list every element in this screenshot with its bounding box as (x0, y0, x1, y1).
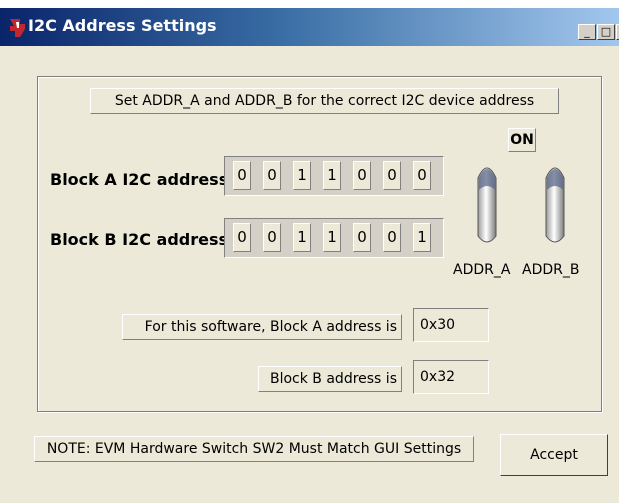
block-a-bit[interactable]: 0 (263, 161, 281, 190)
addr-b-toggle-switch[interactable] (544, 160, 566, 246)
accept-button[interactable]: Accept (500, 434, 608, 476)
addr-a-label: ADDR_A (453, 262, 511, 278)
block-b-bit[interactable]: 0 (383, 223, 401, 252)
block-a-label: Block A I2C address (50, 170, 229, 189)
title-bar[interactable]: I2C Address Settings _ □ X (0, 8, 619, 46)
block-b-bit[interactable]: 0 (233, 223, 251, 252)
instructions-label: Set ADDR_A and ADDR_B for the correct I2… (90, 88, 559, 114)
block-a-bit[interactable]: 1 (293, 161, 311, 190)
block-b-bit[interactable]: 1 (293, 223, 311, 252)
block-a-bit[interactable]: 0 (413, 161, 431, 190)
block-b-label: Block B I2C address (50, 230, 229, 249)
block-a-bit[interactable]: 0 (233, 161, 251, 190)
block-a-result-label: For this software, Block A address is (122, 314, 402, 340)
minimize-button[interactable]: _ (578, 24, 596, 40)
block-a-bit[interactable]: 0 (383, 161, 401, 190)
block-b-bit[interactable]: 0 (353, 223, 371, 252)
block-b-bit[interactable]: 0 (263, 223, 281, 252)
block-b-bit-row: 0 0 1 1 0 0 1 (224, 218, 444, 258)
maximize-button[interactable]: □ (597, 24, 615, 40)
block-b-bit[interactable]: 1 (323, 223, 341, 252)
addr-a-toggle-switch[interactable] (476, 160, 498, 246)
block-b-address-value: 0x32 (413, 360, 489, 394)
hardware-switch-note: NOTE: EVM Hardware Switch SW2 Must Match… (34, 436, 474, 462)
block-a-bit[interactable]: 0 (353, 161, 371, 190)
addr-b-label: ADDR_B (522, 262, 580, 278)
block-a-bit[interactable]: 1 (323, 161, 341, 190)
on-indicator-label: ON (508, 128, 536, 152)
window-title: I2C Address Settings (28, 16, 217, 35)
block-b-result-label: Block B address is (258, 366, 402, 392)
block-a-address-value: 0x30 (413, 308, 489, 342)
block-b-bit[interactable]: 1 (413, 223, 431, 252)
ti-logo-icon (10, 19, 25, 37)
block-a-bit-row: 0 0 1 1 0 0 0 (224, 156, 444, 196)
